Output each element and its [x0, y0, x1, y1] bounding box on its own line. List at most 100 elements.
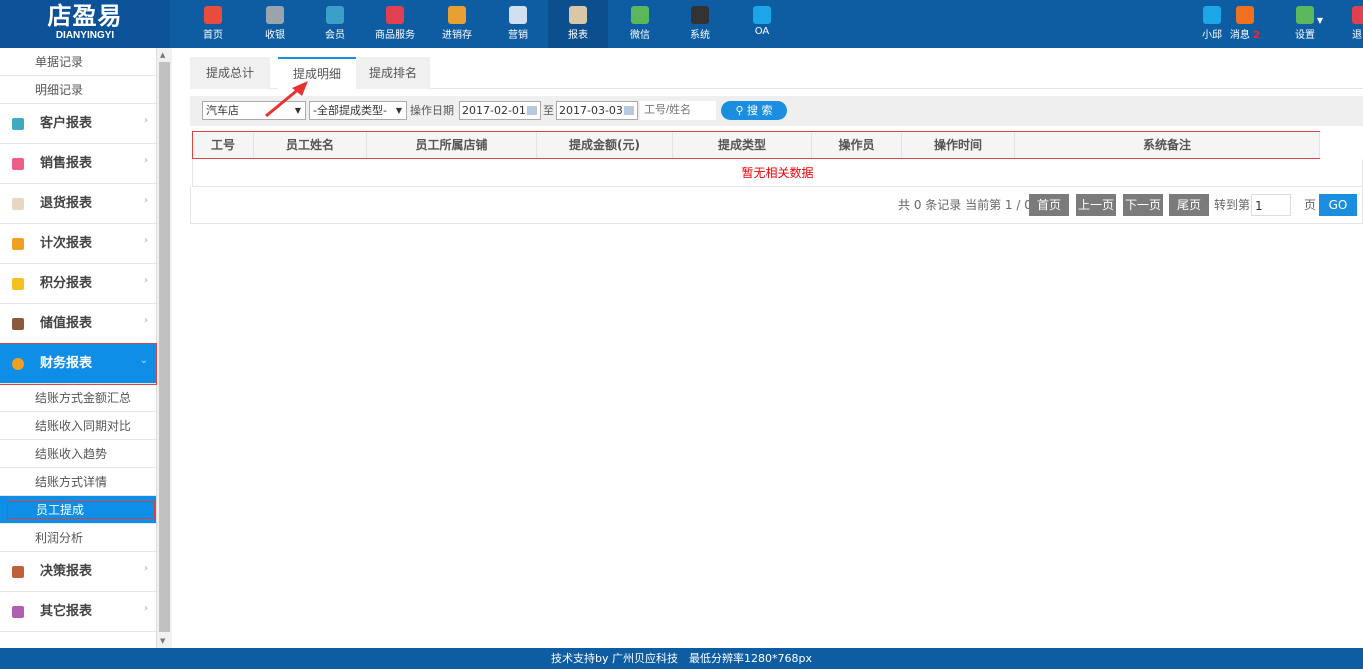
nav-goods[interactable]: 商品服务 — [365, 0, 425, 48]
chevron-right-icon: › — [144, 141, 148, 181]
report-group-icon — [12, 238, 24, 250]
to-label: 至 — [543, 101, 554, 120]
chevron-right-icon: › — [144, 549, 148, 589]
go-button[interactable]: GO — [1319, 194, 1357, 216]
report-group-icon — [12, 278, 24, 290]
column-header[interactable]: 操作员 — [812, 132, 902, 158]
chevron-right-icon: › — [144, 101, 148, 141]
report-group-icon — [12, 158, 24, 170]
prev-page-button[interactable]: 上一页 — [1076, 194, 1116, 216]
inventory-icon — [448, 6, 466, 24]
nav-inventory[interactable]: 进销存 — [427, 0, 487, 48]
settings-menu[interactable]: 设置▼ — [1275, 0, 1335, 48]
search-button[interactable]: ⚲ 搜 索 — [721, 101, 787, 120]
sidebar-group[interactable]: 退货报表› — [0, 184, 156, 224]
nav-report[interactable]: 报表 — [548, 0, 608, 48]
sidebar-group[interactable]: 客户报表› — [0, 104, 156, 144]
keyword-input[interactable] — [640, 101, 716, 120]
sidebar-subitem[interactable]: 结账方式详情 — [0, 468, 156, 496]
column-header[interactable]: 员工姓名 — [254, 132, 367, 158]
messages-menu[interactable]: 消息 2 — [1215, 0, 1275, 48]
report-group-icon — [12, 566, 24, 578]
home-icon — [204, 6, 222, 24]
sidebar-subitem[interactable]: 利润分析 — [0, 524, 156, 552]
record-summary: 共 0 条记录 当前第 1 / 0 — [898, 194, 1032, 216]
end-date-input[interactable]: 2017-03-03 — [556, 101, 638, 120]
next-page-button[interactable]: 下一页 — [1123, 194, 1163, 216]
column-header[interactable]: 提成类型 — [673, 132, 812, 158]
sidebar-group[interactable]: 销售报表› — [0, 144, 156, 184]
nav-megaphone[interactable]: 营销 — [488, 0, 548, 48]
chevron-right-icon: › — [144, 589, 148, 629]
logo: 店盈易 DIANYINGYI — [0, 0, 170, 48]
chevron-right-icon: › — [144, 261, 148, 301]
footer: 技术支持by 广州贝应科技 最低分辨率1280*768px — [0, 648, 1363, 669]
sidebar-group[interactable]: 积分报表› — [0, 264, 156, 304]
cash-register-icon — [266, 6, 284, 24]
nav-cash-register[interactable]: 收银 — [245, 0, 305, 48]
sidebar-group-finance[interactable]: 财务报表⌄ — [0, 344, 156, 384]
report-group-icon — [12, 118, 24, 130]
sidebar-scrollbar[interactable]: ▲▼ — [157, 48, 172, 648]
column-header[interactable]: 提成金额(元) — [537, 132, 673, 158]
goto-page-input[interactable]: 1 — [1251, 194, 1291, 216]
tab-commission-ranking[interactable]: 提成排名 — [356, 57, 430, 89]
sidebar-subitem[interactable]: 结账收入同期对比 — [0, 412, 156, 440]
bell-icon — [1236, 6, 1254, 24]
sidebar-group[interactable]: 计次报表› — [0, 224, 156, 264]
dropdown-arrow-icon: ▼ — [396, 102, 402, 119]
column-header[interactable]: 员工所属店铺 — [367, 132, 537, 158]
chevron-right-icon: › — [144, 221, 148, 261]
column-header[interactable]: 操作时间 — [902, 132, 1015, 158]
sidebar-item-detail-records[interactable]: 明细记录 — [0, 76, 156, 104]
member-icon — [326, 6, 344, 24]
chevron-down-icon: ⌄ — [140, 341, 148, 381]
coin-icon — [12, 358, 24, 370]
calendar-icon[interactable] — [624, 106, 634, 115]
first-page-button[interactable]: 首页 — [1029, 194, 1069, 216]
nav-wechat[interactable]: 微信 — [610, 0, 670, 48]
calendar-icon[interactable] — [527, 106, 537, 115]
sidebar-subitem[interactable]: 员工提成 — [0, 496, 156, 524]
report-group-icon — [12, 198, 24, 210]
sidebar-group[interactable]: 其它报表› — [0, 592, 156, 632]
oa-icon — [753, 6, 771, 24]
sidebar-subitem[interactable]: 结账方式金额汇总 — [0, 384, 156, 412]
sidebar-group[interactable]: 决策报表› — [0, 552, 156, 592]
goods-icon — [386, 6, 404, 24]
commission-table: 工号员工姓名员工所属店铺提成金额(元)提成类型操作员操作时间系统备注 暂无相关数… — [192, 131, 1363, 187]
column-header[interactable]: 系统备注 — [1015, 132, 1320, 158]
goto-label: 转到第 — [1214, 194, 1250, 216]
page-suffix: 页 — [1304, 194, 1316, 216]
sidebar-group[interactable]: 储值报表› — [0, 304, 156, 344]
sidebar: 单据记录 明细记录 客户报表›销售报表›退货报表›计次报表›积分报表›储值报表›… — [0, 48, 157, 648]
scroll-down-icon[interactable]: ▼ — [160, 637, 165, 645]
scroll-up-icon[interactable]: ▲ — [160, 51, 165, 59]
main-content: 提成总计 提成明细 提成排名 汽车店▼ -全部提成类型-▼ 操作日期 2017-… — [180, 48, 1363, 648]
gear-icon — [1296, 6, 1314, 24]
nav-home[interactable]: 首页 — [183, 0, 243, 48]
message-count-badge: 2 — [1253, 30, 1260, 41]
tab-commission-total[interactable]: 提成总计 — [190, 57, 270, 89]
start-date-input[interactable]: 2017-02-01 — [459, 101, 541, 120]
table-header: 工号员工姓名员工所属店铺提成金额(元)提成类型操作员操作时间系统备注 — [192, 131, 1320, 159]
report-group-icon — [12, 318, 24, 330]
tab-bar: 提成总计 提成明细 提成排名 — [190, 57, 1363, 89]
nav-member[interactable]: 会员 — [305, 0, 365, 48]
date-label: 操作日期 — [410, 101, 454, 120]
sidebar-item-receipt-records[interactable]: 单据记录 — [0, 48, 156, 76]
sidebar-subitem[interactable]: 结账收入趋势 — [0, 440, 156, 468]
last-page-button[interactable]: 尾页 — [1169, 194, 1209, 216]
top-header: 店盈易 DIANYINGYI 首页收银会员商品服务进销存营销报表微信系统OA 小… — [0, 0, 1363, 48]
column-header[interactable]: 工号 — [193, 132, 254, 158]
logout-menu[interactable]: 退 — [1340, 0, 1363, 48]
pagination: 共 0 条记录 当前第 1 / 0 首页 上一页 下一页 尾页 转到第 1 页 … — [190, 186, 1363, 224]
report-group-icon — [12, 606, 24, 618]
nav-oa[interactable]: OA — [732, 0, 792, 48]
scrollbar-thumb[interactable] — [159, 62, 170, 632]
logout-icon — [1352, 6, 1363, 24]
report-icon — [569, 6, 587, 24]
chevron-right-icon: › — [144, 301, 148, 341]
nav-monitor[interactable]: 系统 — [670, 0, 730, 48]
commission-type-select[interactable]: -全部提成类型-▼ — [309, 101, 407, 120]
